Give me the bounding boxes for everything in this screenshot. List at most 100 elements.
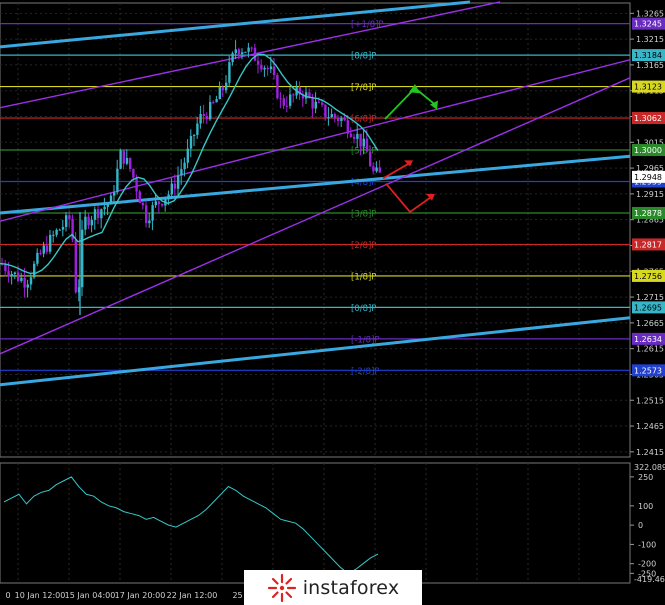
murrey-level-label: [8/8]P bbox=[351, 52, 376, 62]
candle-body bbox=[317, 101, 321, 103]
candle-body bbox=[260, 64, 263, 70]
candle-body bbox=[13, 272, 17, 275]
candle-body bbox=[365, 138, 369, 152]
murrey-level-label: [2/8]P bbox=[351, 241, 376, 251]
candle-body bbox=[282, 98, 285, 106]
candle-body bbox=[250, 47, 253, 49]
candle-body bbox=[196, 123, 199, 135]
instaforex-watermark: instaforex bbox=[244, 570, 422, 605]
watermark-text: instaforex bbox=[302, 576, 400, 599]
candle-body bbox=[269, 66, 273, 70]
candle-body bbox=[276, 75, 279, 99]
candle-body bbox=[52, 234, 55, 236]
candle-body bbox=[145, 205, 148, 224]
candle-body bbox=[106, 204, 109, 207]
candle-body bbox=[141, 202, 145, 206]
murrey-price-box-label: 1.2573 bbox=[634, 366, 662, 375]
candle-body bbox=[247, 47, 250, 52]
candle-body bbox=[109, 195, 113, 205]
murrey-price-box-label: 1.2695 bbox=[634, 303, 662, 312]
murrey-price-box-label: 1.3062 bbox=[634, 114, 662, 123]
candle-body bbox=[346, 120, 349, 134]
candle-body bbox=[234, 49, 237, 54]
candle-body bbox=[138, 191, 141, 203]
murrey-level-label: [7/8]P bbox=[351, 83, 376, 93]
indicator-plot-frame bbox=[0, 462, 631, 584]
candle-body bbox=[362, 138, 365, 147]
candle-body bbox=[45, 245, 49, 252]
candle-body bbox=[359, 133, 362, 147]
murrey-price-box-label: 1.3123 bbox=[634, 83, 662, 92]
indicator-tick-label: -200 bbox=[638, 560, 656, 569]
murrey-price-box-label: 1.3000 bbox=[634, 146, 662, 155]
candle-body bbox=[221, 86, 225, 91]
candle-body bbox=[157, 201, 161, 204]
candle-body bbox=[231, 53, 234, 63]
candle-body bbox=[84, 216, 87, 230]
murrey-level-label: [6/8]P bbox=[351, 115, 376, 125]
forecast-up-arrowhead bbox=[409, 83, 420, 94]
candle-body bbox=[180, 169, 183, 176]
upper-trendline bbox=[0, 0, 471, 49]
candle-body bbox=[340, 118, 343, 122]
candle-body bbox=[177, 175, 180, 189]
cci-line bbox=[3, 476, 379, 574]
candle-body bbox=[39, 252, 42, 254]
price-tick-label: 1.3265 bbox=[636, 9, 664, 18]
indicator-tick-label: -250 bbox=[638, 569, 656, 578]
candle-body bbox=[356, 133, 359, 139]
candle-body bbox=[74, 239, 77, 293]
candle-body bbox=[343, 118, 346, 121]
candle-body bbox=[273, 66, 276, 76]
candle-body bbox=[193, 134, 196, 136]
candle-body bbox=[20, 277, 23, 281]
time-axis-label: 15 Jan 04:00 bbox=[65, 591, 116, 600]
candle-body bbox=[353, 136, 356, 139]
price-chart: 1.32651.32151.31651.31151.30651.30151.29… bbox=[0, 0, 665, 600]
candle-body bbox=[314, 101, 317, 109]
candle-body bbox=[122, 150, 125, 164]
candle-body bbox=[289, 94, 292, 106]
moving-average-line bbox=[0, 53, 379, 275]
candle-body bbox=[369, 151, 372, 167]
instaforex-logo-icon bbox=[267, 573, 296, 602]
murrey-price-box-label: 1.2817 bbox=[634, 240, 662, 249]
price-tick-label: 1.2715 bbox=[636, 293, 664, 302]
candle-body bbox=[97, 209, 100, 219]
candle-body bbox=[375, 167, 378, 172]
middle-trendline bbox=[0, 154, 631, 215]
candle-body bbox=[33, 263, 36, 278]
forecast-down-arrow-2 bbox=[385, 182, 433, 214]
candle-body bbox=[58, 229, 61, 231]
candle-body bbox=[378, 167, 381, 173]
candle-body bbox=[87, 216, 90, 226]
candle-body bbox=[116, 168, 119, 193]
candle-body bbox=[135, 177, 138, 192]
murrey-level-label: [3/8]P bbox=[351, 209, 376, 219]
candle-body bbox=[10, 274, 13, 277]
time-axis-label: 10 Jan 12:00 bbox=[15, 591, 66, 600]
candle-body bbox=[65, 215, 68, 227]
channel-middle-line bbox=[0, 59, 631, 222]
time-axis-label: 17 Jan 20:00 bbox=[115, 591, 166, 600]
candle-body bbox=[129, 157, 132, 169]
candle-body bbox=[151, 205, 154, 221]
indicator-tick-label: 250 bbox=[638, 473, 653, 482]
candle-body bbox=[337, 117, 340, 122]
candle-body bbox=[7, 271, 10, 277]
candle-body bbox=[167, 194, 170, 200]
candle-body bbox=[68, 215, 71, 220]
price-tick-label: 1.2915 bbox=[636, 190, 664, 199]
time-axis-label: 0 bbox=[5, 591, 10, 600]
candle-body bbox=[244, 51, 247, 53]
price-tick-label: 1.3215 bbox=[636, 35, 664, 44]
candle-body bbox=[55, 229, 58, 235]
price-tick-label: 1.2665 bbox=[636, 319, 664, 328]
murrey-level-label: [+1/8]P bbox=[351, 20, 384, 30]
murrey-price-box-label: 1.3245 bbox=[634, 20, 662, 29]
candle-body bbox=[253, 47, 257, 61]
candle-body bbox=[23, 277, 26, 288]
candle-body bbox=[263, 67, 266, 70]
indicator-max-label: 322.0896 bbox=[634, 463, 665, 472]
price-tick-label: 1.2515 bbox=[636, 396, 664, 405]
